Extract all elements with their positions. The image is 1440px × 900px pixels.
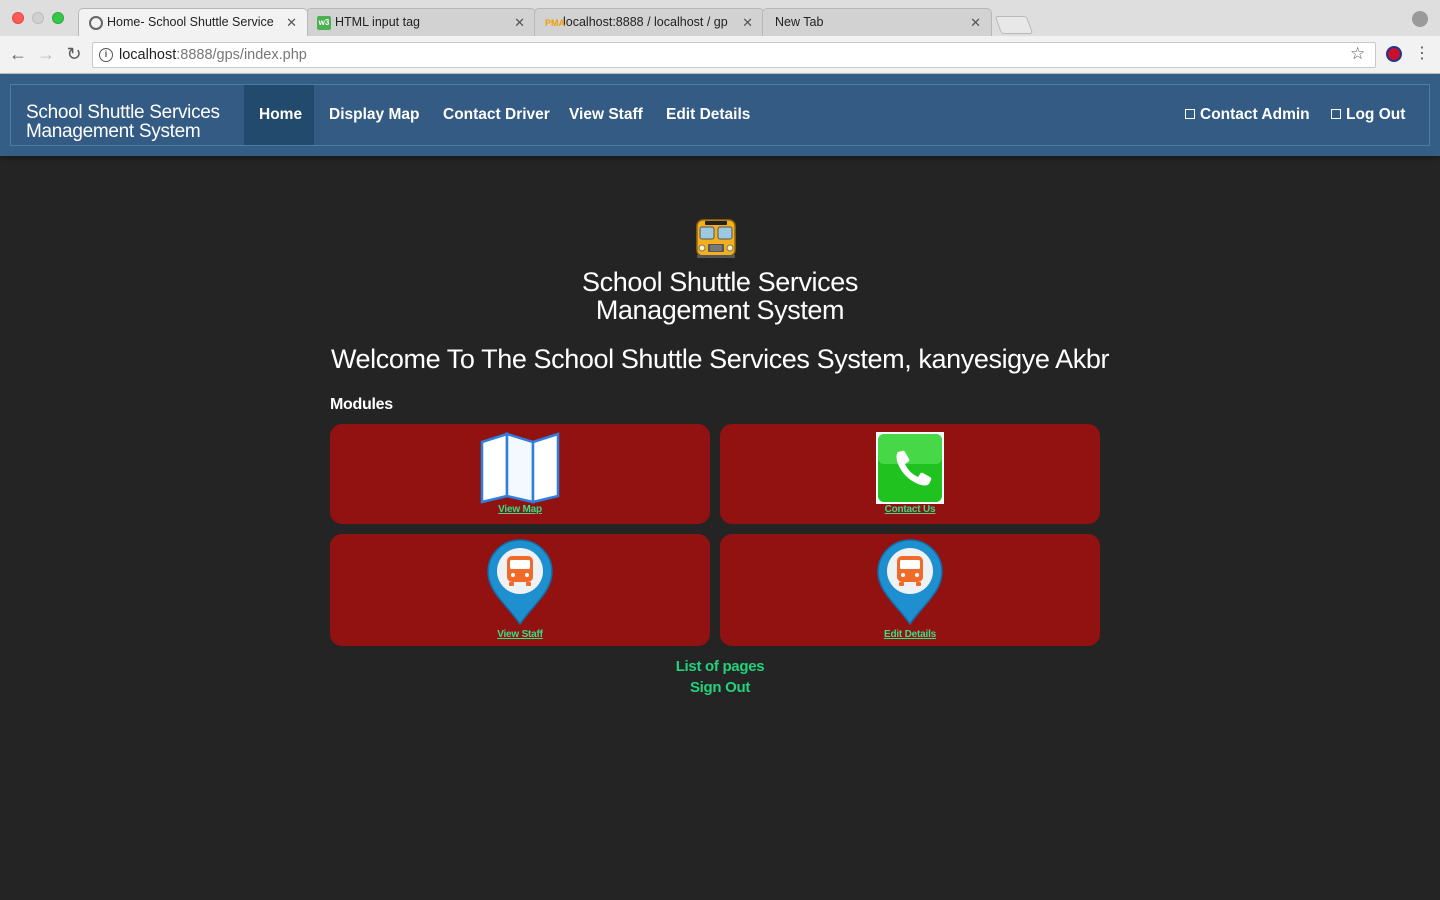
- browser-tab-html-input[interactable]: w3 HTML input tag ✕: [306, 8, 536, 36]
- forward-arrow-icon[interactable]: →: [36, 44, 56, 64]
- page-title: School Shuttle Services Management Syste…: [420, 268, 1020, 324]
- new-tab-button[interactable]: [994, 16, 1034, 34]
- nav-item-view-staff[interactable]: View Staff: [554, 85, 658, 145]
- phpmyadmin-icon: PMA: [545, 18, 565, 28]
- browser-tab-home[interactable]: Home- School Shuttle Service ✕: [78, 8, 308, 36]
- page-title-line-2: Management System: [595, 295, 845, 325]
- module-link-edit-details[interactable]: Edit Details: [720, 629, 1100, 640]
- module-card-view-map: View Map: [330, 424, 710, 524]
- nav-item-home[interactable]: Home: [244, 85, 314, 145]
- module-link-view-staff[interactable]: View Staff: [330, 629, 710, 640]
- back-arrow-icon[interactable]: ←: [8, 44, 28, 64]
- nav-contact-admin[interactable]: Contact Admin: [1185, 85, 1310, 145]
- module-card-edit-details: Edit Details: [720, 534, 1100, 646]
- url-path: :8888/gps/index.php: [176, 47, 307, 63]
- maximize-window-button[interactable]: [52, 12, 64, 24]
- w3schools-icon: w3: [317, 16, 331, 30]
- nav-item-contact-driver[interactable]: Contact Driver: [428, 85, 565, 145]
- school-bus-icon: [696, 219, 736, 263]
- browser-tabstrip: Home- School Shuttle Service ✕ w3 HTML i…: [0, 0, 1440, 36]
- page-title-line-1: School Shuttle Services: [582, 267, 858, 297]
- bookmark-star-icon[interactable]: ☆: [1350, 44, 1365, 64]
- url-host: localhost: [119, 47, 177, 63]
- browser-toolbar: ← → ↻ i localhost:8888/gps/index.php ☆ ⋮: [0, 36, 1440, 74]
- tab-title: localhost:8888 / localhost / gp: [563, 15, 728, 29]
- close-icon[interactable]: ✕: [514, 9, 525, 36]
- nav-log-out[interactable]: Log Out: [1331, 85, 1405, 145]
- folded-map-icon[interactable]: [480, 432, 560, 504]
- list-of-pages-link[interactable]: List of pages: [520, 658, 920, 675]
- tab-title: HTML input tag: [335, 15, 420, 29]
- navbar-brand[interactable]: School Shuttle Services Management Syste…: [26, 103, 241, 141]
- reload-icon[interactable]: ↻: [64, 44, 84, 64]
- welcome-heading: Welcome To The School Shuttle Services S…: [330, 344, 1110, 374]
- modules-heading: Modules: [330, 396, 393, 413]
- browser-menu-icon[interactable]: ⋮: [1414, 44, 1430, 64]
- bus-location-pin-icon[interactable]: [486, 538, 554, 626]
- sign-out-link[interactable]: Sign Out: [520, 679, 920, 696]
- module-link-view-map[interactable]: View Map: [330, 504, 710, 515]
- globe-icon: [89, 16, 103, 30]
- site-navbar: School Shuttle Services Management Syste…: [0, 74, 1440, 156]
- browser-tab-new[interactable]: New Tab ✕: [762, 8, 992, 36]
- info-icon[interactable]: i: [99, 48, 113, 62]
- module-link-contact-us[interactable]: Contact Us: [720, 504, 1100, 515]
- nav-item-edit-details[interactable]: Edit Details: [651, 85, 765, 145]
- square-icon: [1331, 109, 1341, 119]
- address-bar[interactable]: i localhost:8888/gps/index.php: [92, 42, 1376, 68]
- close-window-button[interactable]: [12, 12, 24, 24]
- tab-title: Home- School Shuttle Service: [107, 15, 274, 29]
- navbar-container: School Shuttle Services Management Syste…: [10, 84, 1430, 146]
- phone-icon[interactable]: [876, 432, 944, 504]
- profile-icon[interactable]: [1412, 11, 1428, 27]
- tab-title: New Tab: [775, 15, 824, 29]
- close-icon[interactable]: ✕: [286, 9, 297, 36]
- module-card-contact-us: Contact Us: [720, 424, 1100, 524]
- nav-log-out-label: Log Out: [1346, 106, 1406, 123]
- nav-item-display-map[interactable]: Display Map: [314, 85, 434, 145]
- close-icon[interactable]: ✕: [742, 9, 753, 36]
- square-icon: [1185, 109, 1195, 119]
- module-card-view-staff: View Staff: [330, 534, 710, 646]
- minimize-window-button[interactable]: [32, 12, 44, 24]
- browser-tab-phpmyadmin[interactable]: PMA localhost:8888 / localhost / gp ✕: [534, 8, 764, 36]
- bus-location-pin-icon[interactable]: [876, 538, 944, 626]
- close-icon[interactable]: ✕: [970, 9, 981, 36]
- extension-icon[interactable]: [1386, 46, 1402, 62]
- nav-contact-admin-label: Contact Admin: [1200, 106, 1310, 123]
